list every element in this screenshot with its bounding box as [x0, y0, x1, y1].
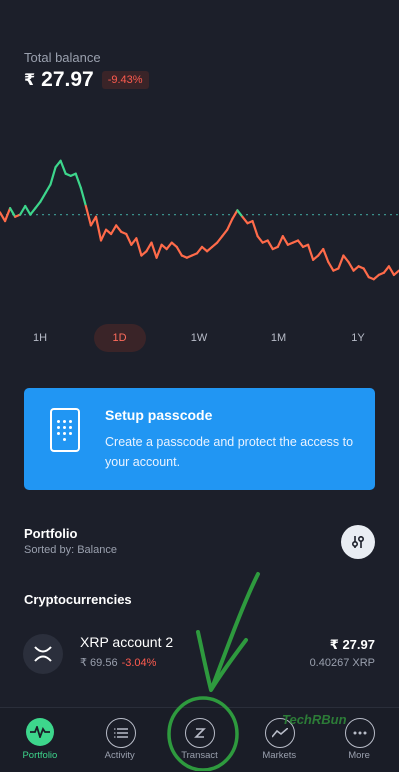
total-balance-label: Total balance	[24, 50, 101, 65]
chart-line-segment	[79, 186, 87, 208]
nav-activity[interactable]: Activity	[80, 708, 160, 772]
chart-line-segment	[195, 245, 204, 255]
chart-line-segment	[251, 219, 259, 238]
time-range-selector: 1H 1D 1W 1M 1Y	[14, 324, 384, 352]
setup-passcode-banner[interactable]: Setup passcode Create a passcode and pro…	[24, 388, 375, 490]
chart-line-segment	[84, 204, 93, 227]
asset-name: XRP account 2	[80, 634, 174, 650]
range-1d[interactable]: 1D	[93, 324, 146, 352]
chart-line-segment	[74, 172, 82, 189]
chart-line-segment	[231, 209, 239, 221]
nav-label: Activity	[104, 750, 135, 761]
range-1m[interactable]: 1M	[253, 324, 305, 352]
chart-line-segment	[115, 224, 123, 233]
range-1h[interactable]: 1H	[14, 324, 66, 352]
nav-label: More	[348, 750, 370, 761]
keypad-phone-icon	[50, 408, 80, 452]
chart-line-segment	[216, 235, 224, 244]
chart-line-segment	[276, 235, 284, 249]
transact-icon	[185, 718, 216, 748]
asset-price-line: ₹ 69.56 -3.04%	[80, 656, 156, 669]
chart-line-segment	[221, 228, 229, 238]
chart-line-segment	[59, 159, 67, 175]
chart-line-segment	[266, 239, 274, 251]
nav-label: Transact	[181, 750, 218, 761]
balance-row: ₹ 27.97 -9.43%	[24, 68, 149, 92]
chart-line-segment	[296, 239, 305, 249]
xrp-logo-icon	[23, 634, 63, 674]
chart-line-segment	[175, 245, 183, 257]
chart-line-segment	[0, 211, 7, 223]
list-icon	[105, 718, 136, 748]
sliders-icon	[351, 535, 365, 548]
asset-value: ₹ 27.97	[329, 637, 375, 652]
chart-line-segment	[226, 217, 234, 231]
banner-title: Setup passcode	[105, 407, 213, 423]
chart-line-segment	[44, 183, 52, 195]
sort-filter-button[interactable]	[341, 525, 375, 559]
banner-text: Create a passcode and protect the access…	[105, 435, 354, 469]
chart-line-segment	[392, 269, 399, 277]
chart-line-segment	[306, 243, 315, 261]
chart-line-segment	[322, 247, 330, 264]
nav-portfolio[interactable]: Portfolio	[0, 708, 80, 772]
chart-line-segment	[382, 265, 390, 274]
chart-line-segment	[24, 204, 32, 216]
chart-line-segment	[3, 207, 12, 223]
portfolio-title: Portfolio	[24, 526, 78, 541]
chart-line-segment	[94, 215, 103, 242]
chart-line-segment	[34, 200, 42, 210]
chart-line-segment	[347, 260, 355, 272]
asset-change: -3.04%	[121, 657, 157, 669]
chart-line-segment	[99, 228, 108, 242]
chart-line-segment	[145, 241, 153, 253]
chart-line-segment	[241, 215, 249, 225]
cryptocurrencies-title: Cryptocurrencies	[24, 592, 132, 607]
currency-symbol: ₹	[24, 72, 36, 89]
chart-line-segment	[236, 209, 244, 218]
chart-line-segment	[281, 235, 289, 246]
chart-line-segment	[19, 204, 27, 216]
chart-line-segment	[110, 224, 118, 236]
nav-transact[interactable]: Transact	[160, 708, 240, 772]
balance-amount: 27.97	[41, 68, 94, 91]
portfolio-icon	[25, 718, 54, 746]
nav-label: Markets	[262, 750, 297, 761]
range-1w[interactable]: 1W	[173, 324, 225, 352]
portfolio-sort-label: Sorted by: Balance	[24, 544, 117, 556]
chart-line-segment	[150, 241, 158, 259]
balance-change-badge: -9.43%	[101, 71, 149, 89]
chart-line-segment	[29, 207, 37, 216]
asset-price: ₹ 69.56	[80, 657, 118, 669]
watermark-text: TechRBun	[282, 712, 347, 727]
chart-line-segment	[155, 243, 163, 259]
chart-line-segment	[256, 235, 264, 244]
chart-line-segment	[135, 237, 143, 257]
chart-line-segment	[39, 191, 47, 203]
chart-line-segment	[49, 166, 57, 186]
asset-units: 0.40267 XRP	[309, 657, 375, 669]
range-1y[interactable]: 1Y	[332, 324, 384, 352]
more-icon	[345, 718, 376, 748]
chart-line-segment	[327, 260, 335, 272]
chart-line-segment	[387, 265, 396, 277]
chart-line-segment	[9, 207, 17, 218]
chart-line-segment	[165, 241, 173, 251]
balance-line-chart[interactable]	[0, 150, 399, 290]
asset-row-xrp[interactable]: XRP account 2 ₹ 69.56 -3.04% ₹ 27.97 0.40…	[23, 630, 375, 680]
chart-line-segment	[125, 232, 133, 246]
chart-line-segment	[362, 267, 370, 279]
chart-line-segment	[337, 254, 345, 270]
chart-line-segment	[342, 254, 350, 264]
nav-label: Portfolio	[22, 750, 58, 761]
